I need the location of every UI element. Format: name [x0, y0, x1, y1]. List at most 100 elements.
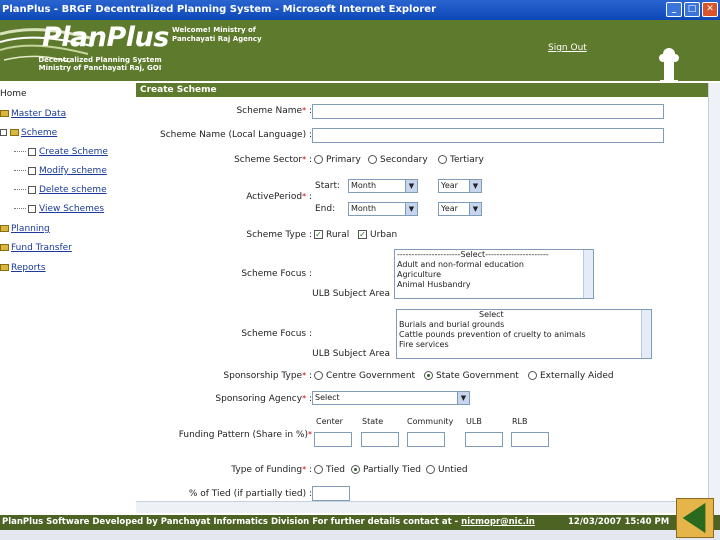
list-item[interactable]: Fire services [399, 340, 651, 350]
funding-ulb-input[interactable] [465, 432, 503, 447]
listbox-scrollbar[interactable] [583, 250, 593, 298]
window-title: PlanPlus - BRGF Decentralized Planning S… [2, 4, 436, 15]
checkbox-control[interactable]: ✓ [314, 230, 323, 239]
start-year-select[interactable]: Year ▼ [438, 179, 482, 193]
funding-center-input[interactable] [314, 432, 352, 447]
funding-state-input[interactable] [361, 432, 399, 447]
list-item[interactable]: Adult and non-formal education [397, 260, 593, 270]
folder-icon [0, 264, 9, 271]
sidebar-item-home[interactable]: Home [0, 89, 27, 99]
radio-control[interactable] [438, 155, 447, 164]
sponsorship-state-radio[interactable]: State Government [424, 371, 519, 381]
scheme-sector-label: Scheme Sector* : [234, 155, 312, 165]
sidebar-item-label: Master Data [11, 109, 67, 119]
contact-email-link[interactable]: nicmopr@nic.in [461, 517, 535, 527]
folder-open-icon [10, 129, 19, 136]
welcome-message: Welcome! Ministry of Panchayati Raj Agen… [172, 26, 282, 44]
folder-icon [0, 244, 9, 251]
sector-tertiary-radio[interactable]: Tertiary [438, 155, 484, 165]
radio-control[interactable] [314, 155, 323, 164]
start-month-select[interactable]: Month ▼ [348, 179, 418, 193]
list-item[interactable]: Burials and burial grounds [399, 320, 651, 330]
list-item[interactable]: Animal Husbandry [397, 280, 593, 290]
minimize-button[interactable]: _ [666, 2, 682, 17]
sidebar-item-reports[interactable]: Reports [0, 263, 46, 273]
sidebar-item-label: Delete scheme [39, 185, 107, 195]
sidebar-item-create-scheme[interactable]: Create Scheme [14, 147, 108, 157]
panel-heading: Create Scheme [136, 83, 708, 97]
status-band [0, 530, 720, 540]
close-button[interactable]: ✕ [702, 2, 718, 17]
radio-control[interactable] [314, 371, 323, 380]
scheme-name-input[interactable] [312, 104, 664, 119]
listbox-scrollbar[interactable] [641, 310, 651, 358]
required-marker: * [302, 106, 307, 115]
funding-community-input[interactable] [407, 432, 445, 447]
funding-untied-radio[interactable]: Untied [426, 465, 468, 475]
window-title-bar: PlanPlus - BRGF Decentralized Planning S… [0, 0, 720, 20]
radio-control[interactable] [368, 155, 377, 164]
required-marker: * [302, 192, 307, 201]
type-rural-checkbox[interactable]: ✓ Rural [314, 230, 349, 240]
list-item[interactable]: Cattle pounds prevention of cruelty to a… [399, 330, 651, 340]
scheme-type-label: Scheme Type : [246, 230, 312, 240]
funding-tied-radio[interactable]: Tied [314, 465, 345, 475]
sponsorship-centre-radio[interactable]: Centre Government [314, 371, 415, 381]
chevron-down-icon: ▼ [469, 203, 481, 215]
pct-tied-input[interactable] [312, 486, 350, 501]
horizontal-scrollbar[interactable] [136, 501, 708, 513]
collapse-icon[interactable] [0, 129, 7, 136]
radio-control[interactable] [528, 371, 537, 380]
funding-partially-tied-radio[interactable]: Partially Tied [351, 465, 421, 475]
sidebar-item-scheme[interactable]: Scheme [0, 128, 57, 138]
maximize-button[interactable]: □ [684, 2, 700, 17]
type-urban-checkbox[interactable]: ✓ Urban [358, 230, 397, 240]
list-item[interactable]: Agriculture [397, 270, 593, 280]
sidebar-item-label: Fund Transfer [11, 243, 72, 253]
radio-control[interactable] [314, 465, 323, 474]
sponsoring-agency-select[interactable]: Select ▼ [312, 391, 470, 405]
checkbox-control[interactable]: ✓ [358, 230, 367, 239]
sidebar-item-modify-scheme[interactable]: Modify scheme [14, 166, 107, 176]
sector-primary-radio[interactable]: Primary [314, 155, 361, 165]
sidebar-item-label: Planning [11, 224, 50, 234]
funding-col-community: Community [407, 417, 454, 426]
scheme-name-local-label: Scheme Name (Local Language) : [160, 130, 312, 140]
scheme-focus-listbox[interactable]: ----------------------Select------------… [394, 249, 594, 299]
sidebar-item-view-schemes[interactable]: View Schemes [14, 204, 104, 214]
scheme-name-local-input[interactable] [312, 128, 664, 143]
sponsorship-external-radio[interactable]: Externally Aided [528, 371, 614, 381]
radio-control[interactable] [424, 371, 433, 380]
back-arrow-icon[interactable] [676, 498, 714, 538]
browser-window: PlanPlus - BRGF Decentralized Planning S… [0, 0, 720, 540]
window-controls: _ □ ✕ [666, 2, 718, 17]
logo-subtitle-line2: Ministry of Panchayati Raj, GOI [38, 64, 162, 72]
end-year-select[interactable]: Year ▼ [438, 202, 482, 216]
vertical-scrollbar[interactable] [708, 83, 720, 515]
sign-out-link[interactable]: Sign Out [548, 43, 587, 53]
sector-secondary-radio[interactable]: Secondary [368, 155, 428, 165]
sidebar-item-delete-scheme[interactable]: Delete scheme [14, 185, 107, 195]
sidebar-item-fund-transfer[interactable]: Fund Transfer [0, 243, 72, 253]
end-month-select[interactable]: Month ▼ [348, 202, 418, 216]
radio-control[interactable] [426, 465, 435, 474]
ulb-subject-area-listbox[interactable]: Select Burials and burial grounds Cattle… [396, 309, 652, 359]
sidebar-item-master-data[interactable]: Master Data [0, 109, 66, 119]
planplus-logo: PlanPlus [42, 22, 169, 53]
scheme-name-label: Scheme Name* : [236, 106, 312, 116]
sponsorship-type-label: Sponsorship Type* : [223, 371, 312, 381]
chevron-down-icon: ▼ [405, 203, 417, 215]
list-item[interactable]: ----------------------Select------------… [397, 250, 593, 260]
list-item[interactable]: Select [399, 310, 651, 320]
required-marker: * [302, 394, 307, 403]
logo-subtitle: Decentralized Planning System Ministry o… [30, 56, 170, 72]
footer-bar: PlanPlus Software Developed by Panchayat… [0, 515, 720, 530]
sidebar-item-planning[interactable]: Planning [0, 224, 50, 234]
tree-connector [14, 170, 26, 171]
sidebar-item-label: View Schemes [39, 204, 105, 214]
welcome-line1: Welcome! Ministry of [172, 26, 256, 34]
tree-connector [14, 151, 26, 152]
funding-rlb-input[interactable] [511, 432, 549, 447]
radio-control[interactable] [351, 465, 360, 474]
page-icon [28, 185, 36, 194]
